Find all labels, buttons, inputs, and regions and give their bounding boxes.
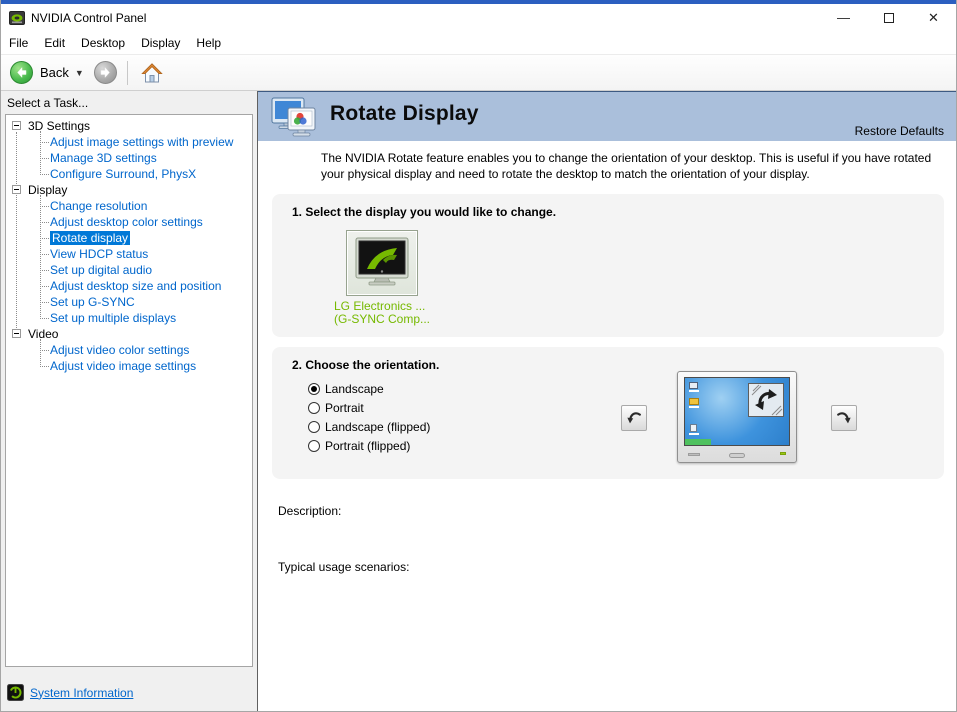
close-button[interactable]: ✕ [911,4,956,31]
monitor-nvidia-icon [353,236,411,290]
radio-circle[interactable] [308,440,320,452]
collapse-expander-icon[interactable] [12,329,21,338]
select-display-heading: 1. Select the display you would like to … [292,205,556,219]
window-title: NVIDIA Control Panel [31,11,146,25]
choose-orientation-heading: 2. Choose the orientation. [292,358,439,372]
home-button[interactable] [140,61,164,85]
menu-display[interactable]: Display [141,33,188,53]
rotate-clockwise-button[interactable] [831,405,857,431]
menubar: File Edit Desktop Display Help [1,31,956,54]
forward-button[interactable] [94,61,117,84]
restore-defaults-link[interactable]: Restore Defaults [855,124,944,138]
maximize-button[interactable] [866,4,911,31]
tree-item-manage-3d-settings[interactable]: Manage 3D settings [6,150,252,166]
radio-circle[interactable] [308,383,320,395]
preview-power-led [780,452,786,455]
collapse-expander-icon[interactable] [12,185,21,194]
page-title: Rotate Display [330,102,479,126]
tree-item-adjust-image-settings[interactable]: Adjust image settings with preview [6,134,252,150]
page-header-band: Rotate Display Restore Defaults [258,91,956,141]
radio-label: Portrait [325,401,364,415]
radio-portrait-flipped[interactable]: Portrait (flipped) [308,436,430,455]
radio-label: Landscape [325,382,384,396]
preview-bezel-button [729,453,745,458]
tree-item-change-resolution[interactable]: Change resolution [6,198,252,214]
radio-label: Landscape (flipped) [325,420,430,434]
nvidia-control-panel-window: NVIDIA Control Panel — ✕ File Edit Deskt… [0,0,957,712]
content-panel: Rotate Display Restore Defaults The NVID… [257,91,956,711]
back-label[interactable]: Back [40,65,69,80]
back-arrow-icon [15,66,28,79]
forward-arrow-icon [99,66,112,79]
tree-item-display[interactable]: Display [6,182,252,198]
menu-edit[interactable]: Edit [44,33,73,53]
system-information-icon [7,684,24,701]
tree-item-set-up-multiple-displays[interactable]: Set up multiple displays [6,310,252,326]
window-border-left [0,0,1,712]
preview-screen [684,377,790,446]
tree-item-set-up-digital-audio[interactable]: Set up digital audio [6,262,252,278]
minimize-button[interactable]: — [821,4,866,31]
rotate-display-icon [270,96,322,140]
radio-landscape-flipped[interactable]: Landscape (flipped) [308,417,430,436]
tree-item-adjust-video-color[interactable]: Adjust video color settings [6,342,252,358]
tree-item-adjust-video-image[interactable]: Adjust video image settings [6,358,252,374]
back-dropdown-caret-icon[interactable]: ▼ [75,68,84,78]
desktop-computer-icon [689,382,699,392]
description-label: Description: [278,504,341,518]
rotate-ccw-arrow-icon [624,408,644,428]
desktop-recycle-bin-icon [689,424,699,435]
radio-landscape[interactable]: Landscape [308,379,430,398]
back-button[interactable] [10,61,33,84]
preview-bezel-vent [688,453,700,456]
tree-item-view-hdcp-status[interactable]: View HDCP status [6,246,252,262]
tree-item-adjust-desktop-size[interactable]: Adjust desktop size and position [6,278,252,294]
tree-item-rotate-display[interactable]: Rotate display [6,230,252,246]
feature-description-text: The NVIDIA Rotate feature enables you to… [321,150,939,182]
select-a-task-heading: Select a Task... [7,96,88,110]
radio-label: Portrait (flipped) [325,439,410,453]
tree-item-adjust-desktop-color[interactable]: Adjust desktop color settings [6,214,252,230]
display-label-line2: (G-SYNC Comp... [334,313,494,326]
display-tile-lg-electronics[interactable] [346,230,418,296]
toolbar: Back ▼ [1,54,956,91]
body: Select a Task... 3D Settings Adjust imag… [1,91,956,711]
desktop-folder-icon [689,398,699,408]
sidebar: Select a Task... 3D Settings Adjust imag… [1,91,257,711]
orientation-radio-group: Landscape Portrait Landscape (flipped) P… [308,379,430,455]
menu-help[interactable]: Help [196,33,229,53]
tree-item-set-up-gsync[interactable]: Set up G-SYNC [6,294,252,310]
display-tile-label: LG Electronics ... (G-SYNC Comp... [334,300,494,326]
typical-usage-label: Typical usage scenarios: [278,560,409,574]
choose-orientation-section: 2. Choose the orientation. Landscape Por… [272,347,944,479]
rotate-cw-arrow-icon [834,408,854,428]
menu-file[interactable]: File [9,33,36,53]
task-tree: 3D Settings Adjust image settings with p… [5,114,253,667]
orientation-preview-monitor [677,371,797,463]
preview-taskbar-strip [685,439,711,445]
rotation-overlay-icon [748,383,784,417]
window-controls: — ✕ [821,4,956,31]
toolbar-separator [127,61,128,85]
select-display-section: 1. Select the display you would like to … [272,194,944,337]
titlebar: NVIDIA Control Panel — ✕ [1,4,956,31]
collapse-expander-icon[interactable] [12,121,21,130]
nvidia-app-icon [9,10,25,26]
radio-portrait[interactable]: Portrait [308,398,430,417]
tree-item-configure-surround-physx[interactable]: Configure Surround, PhysX [6,166,252,182]
radio-circle[interactable] [308,421,320,433]
maximize-icon [884,13,894,23]
rotate-counterclockwise-button[interactable] [621,405,647,431]
radio-circle[interactable] [308,402,320,414]
tree-item-video[interactable]: Video [6,326,252,342]
tree-item-3d-settings[interactable]: 3D Settings [6,118,252,134]
menu-desktop[interactable]: Desktop [81,33,133,53]
system-information-link[interactable]: System Information [30,686,133,700]
system-information: System Information [7,684,133,701]
